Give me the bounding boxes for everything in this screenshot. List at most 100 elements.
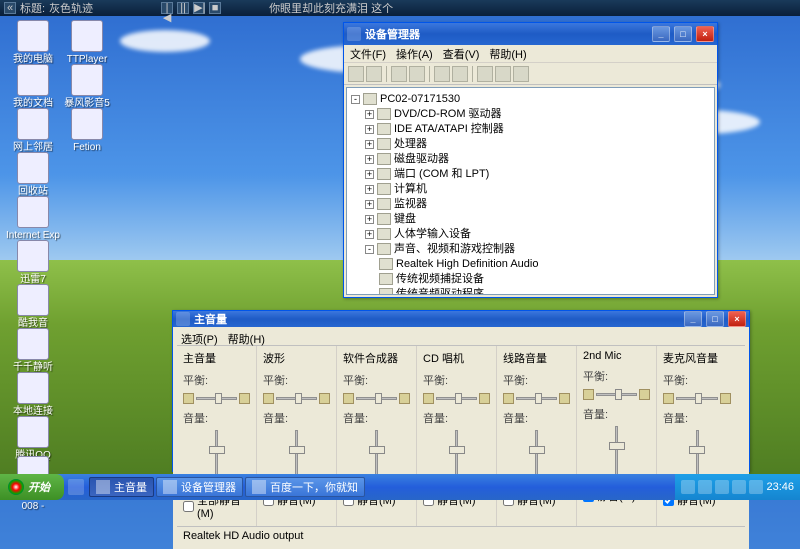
- tree-node[interactable]: +计算机: [365, 182, 710, 197]
- tray-icon[interactable]: [681, 480, 695, 494]
- balance-label: 平衡:: [423, 372, 490, 388]
- balance-slider[interactable]: [663, 390, 731, 406]
- app-icon: [17, 416, 49, 448]
- toolbar: [344, 63, 717, 85]
- desktop-icon[interactable]: 千千静听: [6, 328, 60, 373]
- desktop-icon[interactable]: Fetion: [60, 108, 114, 153]
- volume-label: 音量:: [663, 410, 731, 426]
- tray-clock[interactable]: 23:46: [766, 481, 794, 493]
- expand-toggle[interactable]: +: [365, 230, 374, 239]
- mp-stop-button[interactable]: ■: [209, 2, 221, 14]
- mp-next-button[interactable]: ▶|: [193, 2, 205, 14]
- app-icon: [71, 20, 103, 52]
- mp-prev-button[interactable]: |◀: [161, 2, 173, 14]
- minimize-button[interactable]: _: [652, 26, 670, 42]
- titlebar[interactable]: 主音量 _ □ ×: [173, 311, 749, 327]
- taskbar-button[interactable]: 主音量: [89, 477, 154, 497]
- desktop-icon[interactable]: 网上邻居: [6, 108, 60, 153]
- expand-toggle[interactable]: +: [365, 155, 374, 164]
- tray-icon[interactable]: [698, 480, 712, 494]
- menu-help[interactable]: 帮助(H): [489, 46, 526, 62]
- task-icon: [163, 480, 177, 494]
- balance-slider[interactable]: [343, 390, 410, 406]
- tool-fwd-icon[interactable]: [366, 66, 382, 82]
- desktop-icon[interactable]: 我的文档: [6, 64, 60, 109]
- tree-node[interactable]: +IDE ATA/ATAPI 控制器: [365, 122, 710, 137]
- expand-toggle[interactable]: +: [365, 200, 374, 209]
- tree-root[interactable]: -PC02-07171530: [351, 92, 710, 107]
- close-button[interactable]: ×: [728, 311, 746, 327]
- balance-slider[interactable]: [183, 390, 250, 406]
- tool-back-icon[interactable]: [348, 66, 364, 82]
- minimize-button[interactable]: _: [684, 311, 702, 327]
- close-button[interactable]: ×: [696, 26, 714, 42]
- tree-leaf[interactable]: Realtek High Definition Audio: [379, 257, 710, 272]
- desktop-icon[interactable]: 迅雷7: [6, 240, 60, 285]
- maximize-button[interactable]: □: [674, 26, 692, 42]
- titlebar[interactable]: 设备管理器 _ □ ×: [344, 23, 717, 45]
- tree-leaf[interactable]: 传统音频驱动程序: [379, 287, 710, 295]
- expand-toggle[interactable]: +: [365, 215, 374, 224]
- menu-help[interactable]: 帮助(H): [228, 331, 265, 343]
- balance-slider[interactable]: [423, 390, 490, 406]
- volume-label: 音量:: [343, 410, 410, 426]
- app-icon: [71, 108, 103, 140]
- tool-refresh-icon[interactable]: [452, 66, 468, 82]
- menu-file[interactable]: 文件(F): [350, 46, 386, 62]
- tool-x2-icon[interactable]: [513, 66, 529, 82]
- tool-props-icon[interactable]: [409, 66, 425, 82]
- balance-slider[interactable]: [263, 390, 330, 406]
- tree-leaf[interactable]: 传统视频捕捉设备: [379, 272, 710, 287]
- expand-toggle[interactable]: +: [365, 185, 374, 194]
- desktop-icon[interactable]: 腾讯QQ: [6, 416, 60, 461]
- channel-name: CD 唱机: [423, 350, 490, 366]
- expand-toggle[interactable]: +: [365, 125, 374, 134]
- desktop-icon[interactable]: TTPlayer: [60, 20, 114, 65]
- task-label: 设备管理器: [181, 479, 236, 495]
- balance-slider[interactable]: [583, 386, 650, 402]
- tree-node[interactable]: +磁盘驱动器: [365, 152, 710, 167]
- expand-toggle[interactable]: +: [365, 140, 374, 149]
- tray-icon[interactable]: [715, 480, 729, 494]
- tool-help-icon[interactable]: [477, 66, 493, 82]
- desktop-icon[interactable]: 本地连接: [6, 372, 60, 417]
- expand-toggle[interactable]: +: [365, 170, 374, 179]
- tool-x1-icon[interactable]: [495, 66, 511, 82]
- device-tree[interactable]: -PC02-07171530+DVD/CD-ROM 驱动器+IDE ATA/AT…: [346, 87, 715, 295]
- tree-node[interactable]: -声音、视频和游戏控制器: [365, 242, 710, 257]
- volume-label: 音量:: [183, 410, 250, 426]
- tree-node[interactable]: +监视器: [365, 197, 710, 212]
- desktop-icon[interactable]: 回收站: [6, 152, 60, 197]
- start-label: 开始: [28, 479, 50, 495]
- app-icon: [17, 196, 49, 228]
- ql-icon[interactable]: [68, 479, 84, 495]
- start-button[interactable]: 开始: [0, 474, 64, 500]
- app-icon: [71, 64, 103, 96]
- maximize-button[interactable]: □: [706, 311, 724, 327]
- tray-volume-icon[interactable]: [732, 480, 746, 494]
- balance-label: 平衡:: [663, 372, 731, 388]
- tray-network-icon[interactable]: [749, 480, 763, 494]
- tree-node[interactable]: +处理器: [365, 137, 710, 152]
- mp-pause-button[interactable]: ||: [177, 2, 189, 14]
- tree-node[interactable]: +键盘: [365, 212, 710, 227]
- balance-slider[interactable]: [503, 390, 570, 406]
- expand-toggle[interactable]: -: [365, 245, 374, 254]
- desktop-icon[interactable]: 酷我音: [6, 284, 60, 329]
- mp-prev-icon[interactable]: «: [4, 2, 16, 14]
- tool-view-icon[interactable]: [391, 66, 407, 82]
- tool-scan-icon[interactable]: [434, 66, 450, 82]
- tree-node[interactable]: +端口 (COM 和 LPT): [365, 167, 710, 182]
- speaker-left-icon: [183, 393, 194, 404]
- tree-node[interactable]: +人体学输入设备: [365, 227, 710, 242]
- taskbar-button[interactable]: 设备管理器: [156, 477, 243, 497]
- expand-toggle[interactable]: +: [365, 110, 374, 119]
- speaker-left-icon: [343, 393, 354, 404]
- taskbar-button[interactable]: 百度一下，你就知: [245, 477, 365, 497]
- menu-view[interactable]: 查看(V): [443, 46, 480, 62]
- desktop-icon[interactable]: 我的电脑: [6, 20, 60, 65]
- menu-action[interactable]: 操作(A): [396, 46, 433, 62]
- menu-options[interactable]: 选项(P): [181, 331, 218, 343]
- desktop-icon[interactable]: 暴风影音5: [60, 64, 114, 109]
- tree-node[interactable]: +DVD/CD-ROM 驱动器: [365, 107, 710, 122]
